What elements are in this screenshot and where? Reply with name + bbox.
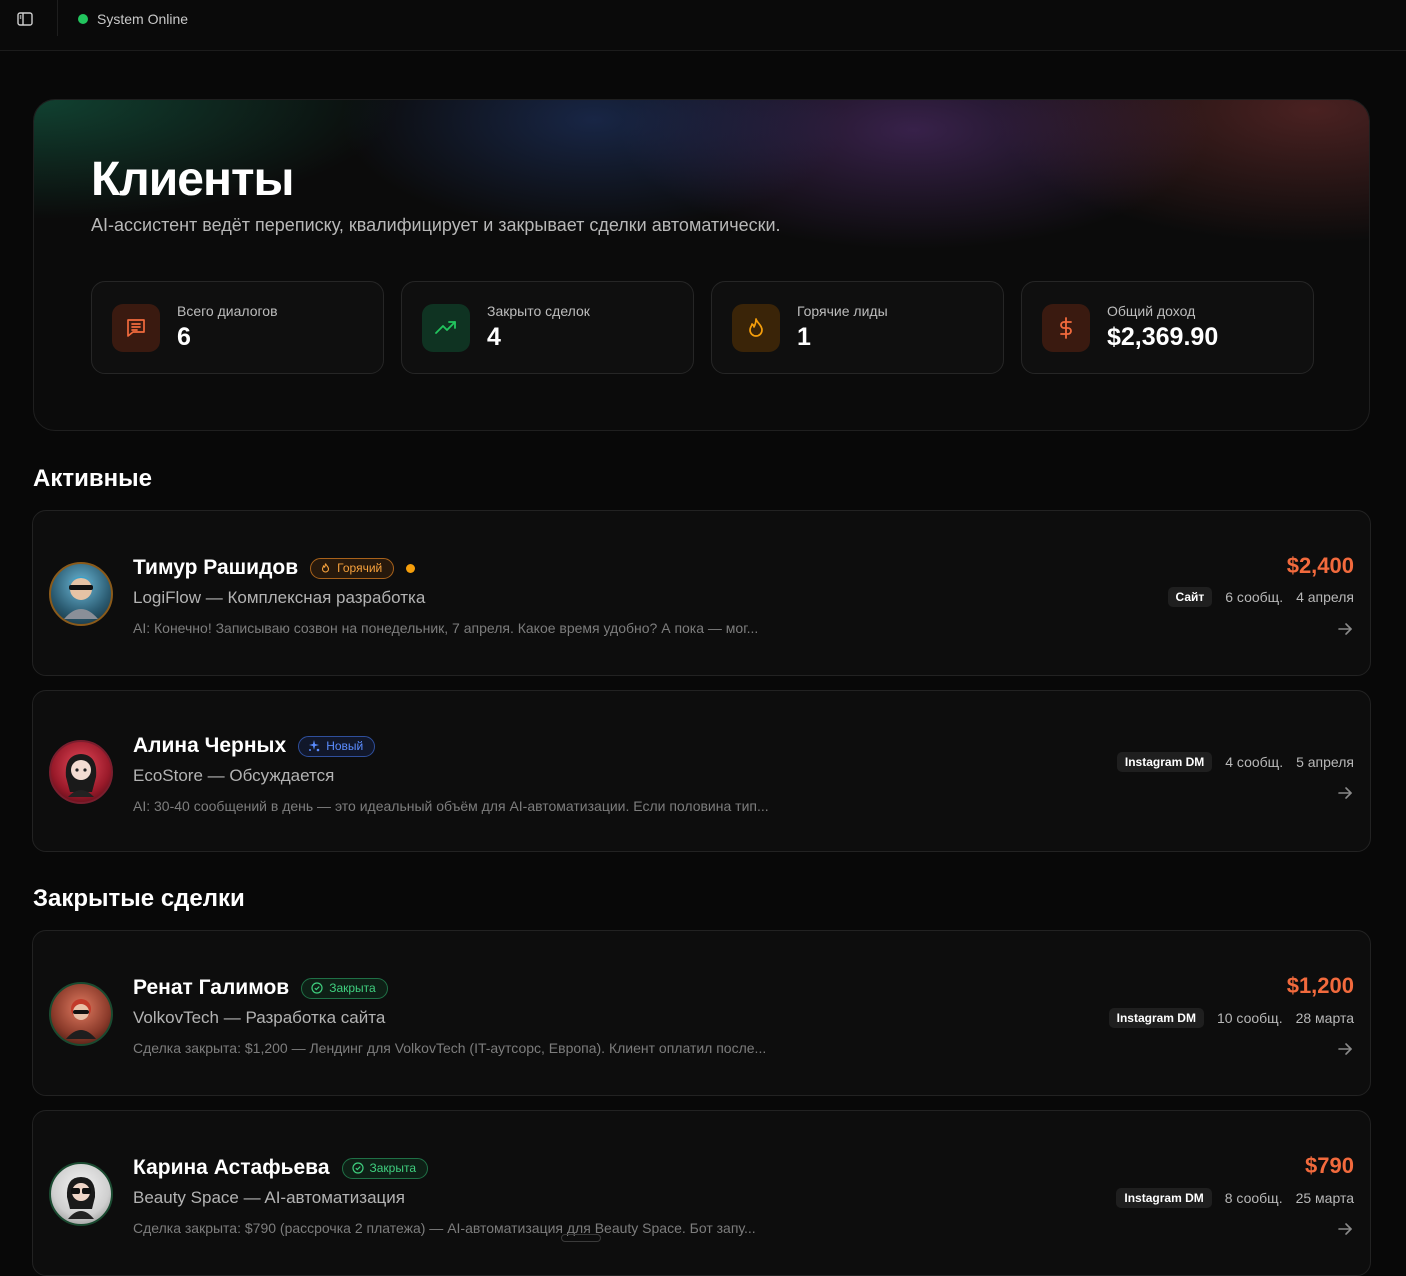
message-preview: Сделка закрыта: $1,200 — Лендинг для Vol…	[133, 1040, 767, 1056]
last-date: 5 апреля	[1296, 754, 1354, 770]
channel-chip: Instagram DM	[1116, 1188, 1212, 1208]
client-card[interactable]: Алина Черных Новый EcoStore — Обсуждаетс…	[32, 690, 1371, 852]
check-circle-icon	[351, 1162, 364, 1174]
hero-gradient	[34, 100, 1369, 430]
client-name-row: Карина Астафьева Закрыта	[133, 1156, 429, 1180]
channel-chip: Instagram DM	[1108, 1008, 1204, 1028]
badge-label: Закрыта	[369, 1161, 417, 1175]
live-indicator-icon	[406, 563, 416, 573]
sidebar-toggle-button[interactable]	[14, 9, 36, 29]
client-name-row: Ренат Галимов Закрыта	[133, 976, 388, 1000]
client-company: LogiFlow — Комплексная разработка	[133, 588, 426, 607]
sparkles-icon	[309, 740, 320, 752]
message-preview: AI: 30-40 сообщений в день — это идеальн…	[133, 798, 769, 814]
check-circle-icon	[311, 982, 323, 994]
stat-card-hot-leads: Горячие лиды 1	[711, 281, 1004, 374]
client-name: Тимур Рашидов	[133, 556, 299, 579]
client-meta: Сайт 6 сообщ. 4 апреля	[1167, 587, 1354, 607]
client-name-row: Тимур Рашидов Горячий	[133, 556, 416, 580]
message-count: 8 сообщ.	[1224, 1190, 1283, 1206]
client-name: Алина Черных	[133, 734, 287, 757]
avatar	[49, 562, 113, 626]
message-preview: Сделка закрыта: $790 (рассрочка 2 платеж…	[133, 1220, 756, 1236]
badge-label: Новый	[326, 739, 364, 753]
client-name: Карина Астафьева	[133, 1156, 330, 1179]
client-name: Ренат Галимов	[133, 976, 290, 999]
flame-icon	[732, 303, 780, 352]
system-status: System Online	[78, 11, 188, 27]
stat-value: $2,369.90	[1107, 323, 1219, 351]
avatar	[49, 740, 113, 804]
flame-icon	[322, 563, 330, 573]
top-bar: System Online	[0, 0, 1406, 51]
dollar-icon	[1042, 303, 1090, 352]
channel-chip: Instagram DM	[1116, 752, 1213, 772]
client-name-row: Алина Черных Новый	[133, 734, 376, 758]
last-date: 4 апреля	[1296, 589, 1354, 605]
sidebar-toggle-icon	[17, 12, 33, 26]
arrow-right-icon[interactable]	[1336, 1220, 1354, 1238]
client-meta: Instagram DM 8 сообщ. 25 марта	[1116, 1188, 1354, 1208]
trending-up-icon	[422, 303, 470, 352]
page-title: Клиенты	[91, 153, 294, 206]
arrow-right-icon[interactable]	[1336, 620, 1354, 638]
scroll-indicator[interactable]	[561, 1234, 601, 1242]
stat-value: 4	[487, 323, 501, 351]
stats-row: Всего диалогов 6 Закрыто сделок 4 Горячи…	[91, 281, 1314, 374]
stat-label: Общий доход	[1107, 303, 1196, 319]
status-badge: Закрыта	[341, 1157, 429, 1179]
deal-price: $2,400	[1286, 553, 1354, 578]
status-badge: Новый	[298, 735, 376, 757]
avatar	[49, 1162, 113, 1226]
stat-value: 6	[177, 323, 191, 351]
client-company: VolkovTech — Разработка сайта	[133, 1008, 386, 1027]
status-dot-icon	[78, 14, 88, 24]
last-date: 25 марта	[1295, 1190, 1354, 1206]
stat-label: Горячие лиды	[797, 303, 888, 319]
message-count: 10 сообщ.	[1216, 1010, 1283, 1026]
message-icon	[112, 303, 160, 352]
stat-card-dialogs: Всего диалогов 6	[91, 281, 384, 374]
stat-label: Всего диалогов	[177, 303, 278, 319]
client-card[interactable]: Тимур Рашидов Горячий LogiFlow — Комплек…	[32, 510, 1371, 676]
stat-label: Закрыто сделок	[487, 303, 590, 319]
last-date: 28 марта	[1295, 1010, 1354, 1026]
topbar-divider	[57, 0, 58, 36]
stat-card-revenue: Общий доход $2,369.90	[1021, 281, 1314, 374]
status-badge: Горячий	[310, 557, 395, 579]
page-subtitle: AI-ассистент ведёт переписку, квалифицир…	[91, 215, 781, 235]
channel-chip: Сайт	[1167, 587, 1213, 607]
status-text: System Online	[97, 11, 189, 27]
deal-price: $790	[1305, 1153, 1354, 1178]
badge-label: Горячий	[337, 561, 383, 575]
client-card[interactable]: Карина Астафьева Закрыта Beauty Space — …	[32, 1110, 1371, 1276]
client-card[interactable]: Ренат Галимов Закрыта VolkovTech — Разра…	[32, 930, 1371, 1096]
client-meta: Instagram DM 4 сообщ. 5 апреля	[1116, 752, 1354, 772]
message-preview: AI: Конечно! Записываю созвон на понедел…	[133, 620, 759, 636]
section-title-closed: Закрытые сделки	[33, 885, 245, 912]
arrow-right-icon[interactable]	[1336, 784, 1354, 802]
arrow-right-icon[interactable]	[1336, 1040, 1354, 1058]
client-company: Beauty Space — AI-автоматизация	[133, 1188, 405, 1207]
avatar	[49, 982, 113, 1046]
stat-card-closed-deals: Закрыто сделок 4	[401, 281, 694, 374]
message-count: 4 сообщ.	[1225, 754, 1284, 770]
status-badge: Закрыта	[301, 977, 388, 999]
message-count: 6 сообщ.	[1225, 589, 1284, 605]
client-meta: Instagram DM 10 сообщ. 28 марта	[1108, 1008, 1354, 1028]
stat-value: 1	[797, 323, 811, 351]
client-company: EcoStore — Обсуждается	[133, 766, 335, 785]
deal-price: $1,200	[1286, 973, 1354, 998]
hero-panel: Клиенты AI-ассистент ведёт переписку, кв…	[33, 99, 1370, 431]
badge-label: Закрыта	[329, 981, 376, 995]
section-title-active: Активные	[33, 465, 152, 492]
